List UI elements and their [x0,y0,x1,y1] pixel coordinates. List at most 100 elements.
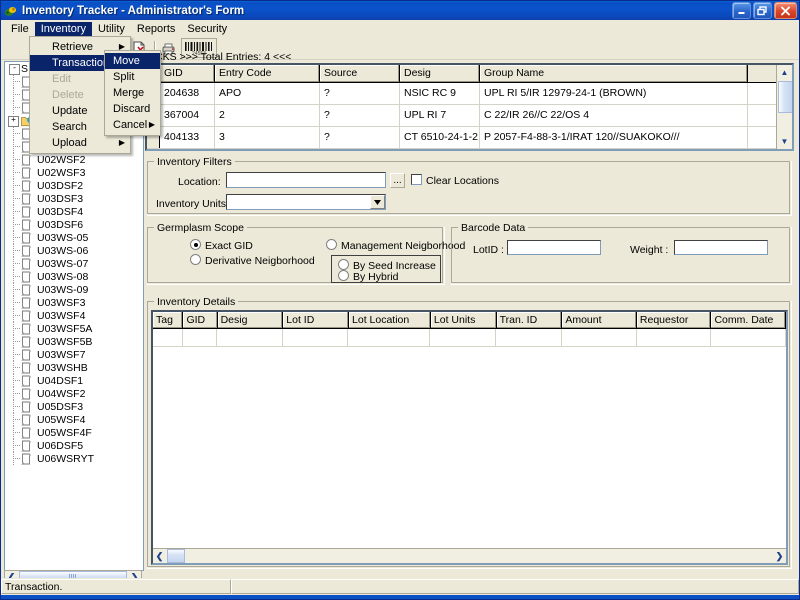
germplasm-grid-vertical-scrollbar[interactable]: ▲ ▼ [776,65,792,149]
menu-security[interactable]: Security [181,22,233,36]
tree-indent [7,257,21,270]
row-selector[interactable] [147,149,160,151]
table-row[interactable] [153,329,786,347]
chevron-down-icon[interactable] [370,195,385,209]
scroll-up-icon[interactable]: ▲ [777,65,792,80]
submenu-item-discard[interactable]: Discard [105,101,160,117]
column-header-gid[interactable]: GID [160,65,215,82]
tree-item-u03ws-05[interactable]: U03WS-05 [5,231,143,244]
column-header-group-name[interactable]: Group Name [480,65,748,82]
details-column-header-comm-date[interactable]: Comm. Date [711,312,786,328]
table-row[interactable]: 204638 APO? NSIC RC 9 UPL RI 5/IR 12979-24-… [147,83,792,105]
lotid-input[interactable] [507,240,601,255]
close-button[interactable] [774,2,797,19]
tree-item-u03wsf5b[interactable]: U03WSF5B [5,335,143,348]
table-row[interactable]: 404133 3? CT 6510-24-1-2 P 2057-F4-88-3-1/I… [147,127,792,149]
tree-item-u03wsf7[interactable]: U03WSF7 [5,348,143,361]
details-column-header-lot-location[interactable]: Lot Location [349,312,431,328]
column-header-source[interactable]: Source [320,65,400,82]
clear-locations-checkbox[interactable] [411,174,422,185]
column-header-desig[interactable]: Desig [400,65,480,82]
tree-item-u05wsf4f[interactable]: U05WSF4F [5,426,143,439]
menu-file[interactable]: File [5,22,35,36]
expander-icon[interactable]: + [8,116,19,127]
table-row[interactable]: 367004 2? UPL RI 7C 22/IR 26//C 22/OS 4 [147,105,792,127]
details-column-header-amount[interactable]: Amount [562,312,637,328]
submenu-item-merge[interactable]: Merge [105,85,160,101]
window-controls [732,2,797,19]
radio-derivative-neigborhood[interactable] [190,254,201,265]
tree-indent [7,309,21,322]
scroll-left-icon[interactable]: ❮ [153,550,166,563]
tree-item-u03wsf3[interactable]: U03WSF3 [5,296,143,309]
scroll-right-icon[interactable]: ❯ [773,550,786,563]
minimize-button[interactable] [732,2,751,19]
germplasm-grid[interactable]: GID Entry Code Source Desig Group Name 20463… [145,63,794,151]
tree-item-u03dsf3[interactable]: U03DSF3 [5,192,143,205]
scroll-thumb[interactable] [778,81,792,113]
cell-desig: UPL RI 7 [400,105,480,126]
tree-item-u03wsf5a[interactable]: U03WSF5A [5,322,143,335]
menu-utility[interactable]: Utility [92,22,131,36]
menu-reports[interactable]: Reports [131,22,182,36]
submenu-item-cancel[interactable]: Cancel ▶ [105,117,160,133]
clear-locations-label: Clear Locations [426,175,499,187]
tree-item-u03ws-09[interactable]: U03WS-09 [5,283,143,296]
expander-icon[interactable]: - [9,64,20,75]
details-column-header-tag[interactable]: Tag [153,312,184,328]
radio-by-seed-increase[interactable] [338,259,349,270]
tree-item-label: U03DSF2 [37,179,84,192]
tree-item-u03ws-06[interactable]: U03WS-06 [5,244,143,257]
tree-item-u04dsf1[interactable]: U04DSF1 [5,374,143,387]
list-icon [21,414,34,426]
transaction-submenu[interactable]: Move Split Merge Discard Cancel ▶ [104,50,161,136]
location-browse-button[interactable]: ... [390,173,405,188]
details-horizontal-scrollbar[interactable]: ❮ ❯ [153,548,786,563]
tree-item-u03wshb[interactable]: U03WSHB [5,361,143,374]
menu-item-upload[interactable]: Upload ▶ [30,135,130,151]
tree-item-u02wsf3[interactable]: U02WSF3 [5,166,143,179]
inventory-details-grid[interactable]: Tag GID Desig Lot ID Lot Location Lot Units Tr… [151,310,788,565]
tree-item-u03dsf2[interactable]: U03DSF2 [5,179,143,192]
details-column-header-gid[interactable]: GID [183,312,218,328]
tree-item-u06wsryt[interactable]: U06WSRYT [5,452,143,465]
tree-indent [7,439,21,452]
details-column-header-requestor[interactable]: Requestor [637,312,712,328]
cell-empty [283,329,349,346]
tree-item-u03dsf6[interactable]: U03DSF6 [5,218,143,231]
inventory-details-title: Inventory Details [154,296,239,308]
radio-exact-gid[interactable] [190,239,201,250]
scroll-down-icon[interactable]: ▼ [777,134,792,149]
tree-item-u03ws-07[interactable]: U03WS-07 [5,257,143,270]
submenu-item-move[interactable]: Move [105,53,160,69]
tree-item-u04wsf2[interactable]: U04WSF2 [5,387,143,400]
tree-item-u03wsf4[interactable]: U03WSF4 [5,309,143,322]
tree-item-label: U02WSF3 [37,166,86,179]
tree-item-u02wsf2[interactable]: U02WSF2 [5,153,143,166]
tree-item-u05dsf3[interactable]: U05DSF3 [5,400,143,413]
submenu-item-split[interactable]: Split [105,69,160,85]
details-column-header-lot-units[interactable]: Lot Units [431,312,497,328]
details-column-header-desig[interactable]: Desig [218,312,284,328]
tree-item-u06dsf5[interactable]: U06DSF5 [5,439,143,452]
radio-by-hybrid[interactable] [338,270,349,281]
tree-line [13,107,20,108]
restore-button[interactable] [753,2,772,19]
tree-item-u03dsf4[interactable]: U03DSF4 [5,205,143,218]
menu-inventory[interactable]: Inventory [34,21,92,36]
tree-item-label: U04DSF1 [37,374,84,387]
menu-item-label: Upload [52,137,87,149]
tree-item-u03ws-08[interactable]: U03WS-08 [5,270,143,283]
weight-input[interactable] [674,240,768,255]
inventory-units-select[interactable] [226,194,386,210]
scroll-thumb[interactable] [167,549,185,563]
radio-management-neigborhood[interactable] [326,239,337,250]
tree-item-u05wsf4[interactable]: U05WSF4 [5,413,143,426]
table-row[interactable]: 5102414?UPL RI 5SIGADIS/BPI 76-1 [147,149,792,151]
details-column-header-lot-id[interactable]: Lot ID [283,312,350,328]
cell-entry_code: 4 [215,149,320,151]
column-header-entry-code[interactable]: Entry Code [215,65,320,82]
list-icon [21,154,34,166]
location-input[interactable] [226,172,386,188]
details-column-header-tran-id[interactable]: Tran. ID [497,312,563,328]
